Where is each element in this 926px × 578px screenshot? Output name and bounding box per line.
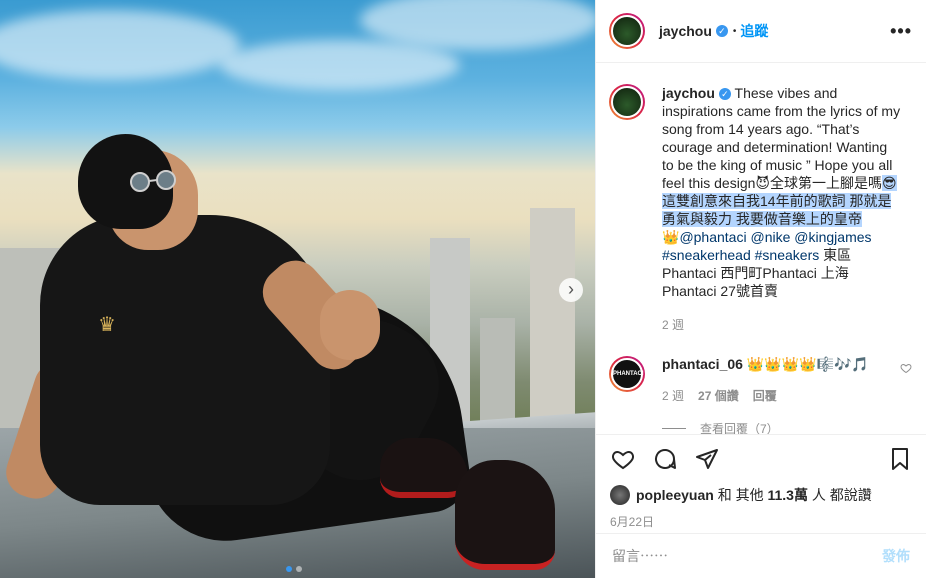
likes-connector: 和 其他: [717, 487, 764, 503]
avatar[interactable]: PHANTACI: [609, 356, 645, 392]
cloud: [220, 40, 460, 90]
next-photo-button[interactable]: ›: [559, 278, 583, 302]
sunglasses-icon: [130, 170, 176, 192]
avatar[interactable]: [610, 485, 630, 505]
reply-button[interactable]: 回覆: [753, 387, 777, 404]
cloud: [0, 10, 240, 80]
caption-username[interactable]: jaychou: [662, 85, 715, 101]
carousel-dot: [286, 566, 292, 572]
crown-emoji: 👑: [662, 229, 680, 245]
post-sidebar: jaychou ✓ • 追蹤 ••• jaychou ✓ These vibes …: [595, 0, 926, 578]
post-photo[interactable]: ♛ ›: [0, 0, 595, 578]
view-replies-label: 查看回覆（7）: [700, 422, 779, 434]
likes-summary[interactable]: popleeyuan 和 其他 11.3萬 人 都說讚: [610, 485, 912, 505]
comment-username[interactable]: phantaci_06: [662, 356, 743, 372]
comments-section[interactable]: jaychou ✓ These vibes and inspirations ca…: [596, 64, 926, 434]
person-hand: [320, 290, 380, 360]
caption: jaychou ✓ These vibes and inspirations ca…: [596, 64, 926, 334]
divider: [662, 428, 686, 429]
separator-dot: •: [732, 25, 737, 37]
caption-body: jaychou ✓ These vibes and inspirations ca…: [662, 84, 902, 334]
action-icons: [610, 445, 912, 473]
verified-badge-icon: ✓: [715, 25, 728, 37]
comment-timestamp[interactable]: 2 週: [662, 387, 684, 404]
comment-likes[interactable]: 27 個讚: [698, 387, 739, 404]
comment-input[interactable]: [612, 548, 882, 564]
comment-icon[interactable]: [652, 447, 678, 471]
view-replies-button[interactable]: 查看回覆（7）: [596, 404, 926, 434]
post-comment-button[interactable]: 發佈: [882, 546, 910, 566]
avatar[interactable]: [609, 13, 645, 49]
comment-body: phantaci_06 👑👑👑👑🎼🎶🎵 2 週 27 個讚 回覆: [662, 356, 882, 404]
carousel-dot: [296, 566, 302, 572]
author-username[interactable]: jaychou: [659, 23, 712, 39]
mention-link[interactable]: @phantaci: [679, 229, 746, 245]
person-shirt: [40, 215, 330, 505]
post-header: jaychou ✓ • 追蹤 •••: [596, 0, 926, 63]
verified-badge-icon: ✓: [718, 88, 731, 100]
comment-item: PHANTACI phantaci_06 👑👑👑👑🎼🎶🎵 2 週 27 個讚 回…: [596, 334, 926, 404]
post-date[interactable]: 6月22日: [610, 513, 912, 530]
sneaker: [455, 460, 555, 570]
building: [530, 208, 575, 438]
likes-user[interactable]: popleeyuan: [636, 487, 714, 503]
heart-icon[interactable]: [900, 362, 912, 374]
add-comment-bar: 發佈: [596, 533, 926, 578]
hashtag-link[interactable]: #sneakerhead: [662, 247, 751, 263]
likes-count[interactable]: 11.3萬: [767, 485, 807, 505]
crown-logo-icon: ♛: [98, 314, 116, 336]
share-icon[interactable]: [694, 447, 720, 471]
caption-timestamp[interactable]: 2 週: [662, 316, 902, 334]
comment-text: 👑👑👑👑🎼🎶🎵: [746, 356, 869, 372]
mention-link[interactable]: @nike: [750, 229, 790, 245]
likes-suffix: 人 都說讚: [811, 487, 872, 503]
avatar-label: PHANTACI: [611, 358, 644, 390]
hashtag-link[interactable]: #sneakers: [755, 247, 820, 263]
comment-meta: 2 週 27 個讚 回覆: [662, 387, 882, 404]
avatar[interactable]: [609, 84, 645, 120]
post-modal: ♛ › jaychou ✓ • 追蹤 ••• jaychou ✓ These vi…: [0, 0, 926, 578]
more-options-icon[interactable]: •••: [890, 21, 912, 42]
mention-link[interactable]: @kingjames: [794, 229, 871, 245]
follow-button[interactable]: 追蹤: [740, 21, 768, 41]
post-actions: popleeyuan 和 其他 11.3萬 人 都說讚 6月22日: [596, 434, 926, 530]
bookmark-icon[interactable]: [888, 446, 912, 472]
heart-icon[interactable]: [610, 447, 636, 471]
carousel-dots: [286, 566, 302, 572]
